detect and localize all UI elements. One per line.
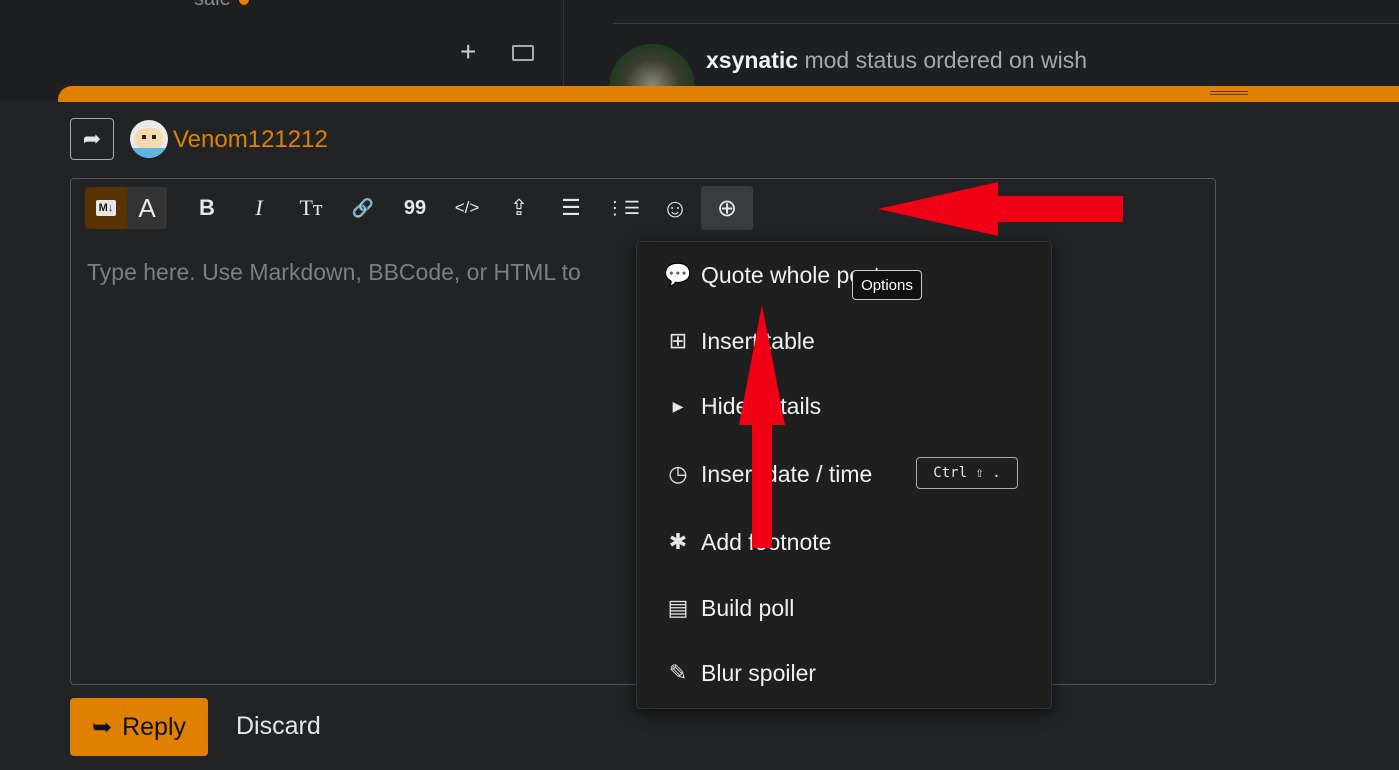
avatar[interactable] (130, 120, 168, 158)
asterisk-icon: ✱ (668, 529, 688, 554)
keyboard-shortcut: Ctrl ⇧ . (916, 457, 1018, 489)
bold-button[interactable]: B (181, 186, 233, 230)
italic-button[interactable]: I (233, 186, 285, 230)
menu-item-build-poll[interactable]: ▤ Build poll (663, 591, 795, 625)
caret-right-icon: ▶ (672, 397, 684, 414)
column-divider (563, 0, 564, 90)
post-author[interactable]: xsynatic (706, 47, 798, 73)
composer-username[interactable]: Venom121212 (173, 126, 328, 154)
post-separator (613, 23, 1399, 24)
post-text: mod status ordered on wish (804, 47, 1087, 73)
post-header: xsynatic mod status ordered on wish (706, 47, 1087, 74)
clock-icon: ◷ (668, 461, 688, 486)
quote-button[interactable]: 99 (389, 186, 441, 230)
numbered-list-button[interactable]: ⋮☰ (597, 186, 649, 230)
options-tooltip: Options (852, 270, 922, 300)
add-icon[interactable]: + (460, 36, 476, 68)
emoji-button[interactable]: ☺ (649, 186, 701, 230)
poll-icon: ▤ (667, 595, 689, 620)
rich-text-mode-button[interactable]: A (127, 187, 167, 229)
menu-item-add-footnote[interactable]: ✱ Add footnote (663, 525, 832, 559)
menu-item-insert-table[interactable]: ⊞ Insert table (663, 324, 815, 358)
options-menu: 💬 Quote whole post ⊞ Insert table ▶ Hide… (636, 241, 1052, 709)
mode-toggle[interactable]: M↓ A (85, 187, 167, 229)
menu-item-insert-date-time[interactable]: ◷ Insert date / time (663, 457, 872, 491)
link-button[interactable]: 🔗 (337, 186, 389, 230)
background-sale-text: sale (194, 0, 249, 11)
background-page (0, 0, 1399, 100)
reply-icon: ➥ (91, 713, 113, 741)
reply-to-icon[interactable]: ➦ (70, 118, 114, 160)
options-button[interactable]: ⊕ (701, 186, 753, 230)
editor-toolbar: M↓ A B I Tт 🔗 99 </> ⇪ ☰ ⋮☰ ☺ ⊕ (85, 186, 753, 230)
textarea-placeholder: Type here. Use Markdown, BBCode, or HTML… (87, 259, 581, 285)
keyboard-icon[interactable] (512, 45, 534, 61)
resize-grip-icon[interactable] (1210, 91, 1248, 95)
markdown-mode-button[interactable]: M↓ (85, 187, 127, 229)
reply-button[interactable]: ➥ Reply (70, 698, 208, 756)
pencil-icon: ✎ (668, 660, 688, 685)
code-button[interactable]: </> (441, 186, 493, 230)
table-icon: ⊞ (668, 328, 688, 353)
composer-top-bar[interactable] (58, 86, 1399, 102)
speech-bubble-icon: 💬 (664, 262, 692, 287)
heading-button[interactable]: Tт (285, 186, 337, 230)
discard-button[interactable]: Discard (236, 712, 321, 741)
menu-item-blur-spoiler[interactable]: ✎ Blur spoiler (663, 656, 816, 690)
menu-item-quote-whole-post[interactable]: 💬 Quote whole post (663, 258, 880, 292)
upload-button[interactable]: ⇪ (493, 186, 545, 230)
bullet-list-button[interactable]: ☰ (545, 186, 597, 230)
menu-item-hide-details[interactable]: ▶ Hide details (663, 389, 822, 423)
